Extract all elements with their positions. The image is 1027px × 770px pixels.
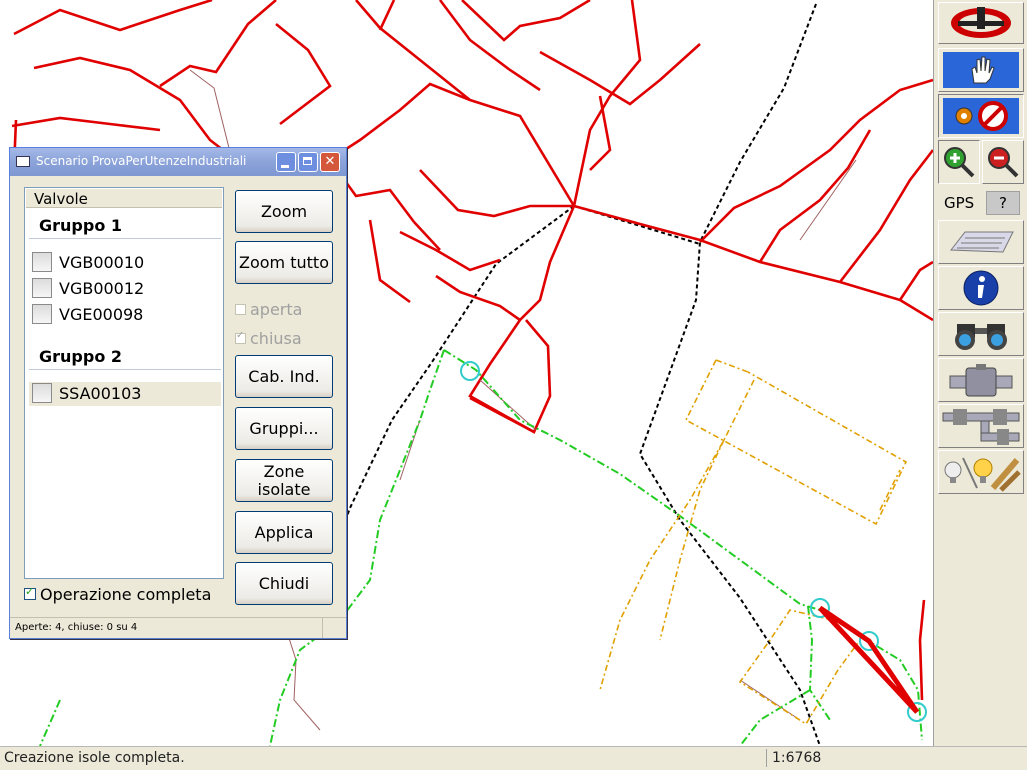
valve-checkbox[interactable] [32,278,52,298]
open-check-box [235,304,246,315]
keyboard-button[interactable] [938,220,1024,264]
zoom-out-button[interactable] [982,140,1024,184]
list-header[interactable]: Valvole [26,189,222,208]
dialog-status-bar: Aperte: 4, chiuse: 0 su 4 [10,617,346,639]
logo-icon [951,7,1011,38]
close-button[interactable]: Chiudi [235,562,333,605]
groups-button[interactable]: Gruppi... [235,407,333,450]
gps-help-button[interactable]: ? [986,191,1020,215]
closed-label: chiusa [250,329,302,348]
isolated-section [818,605,920,714]
minimize-button[interactable] [276,152,296,172]
settings-disabled-icon [943,98,1019,134]
pipe-network-icon [942,409,1020,445]
window-icon [16,156,30,167]
status-bar: Creazione isole completa. 1:6768 [0,746,1027,770]
group-label: Gruppo 2 [39,347,123,366]
map-scale: 1:6768 [772,750,822,766]
zoom-out-icon [988,147,1019,178]
valve-label: SSA00103 [59,384,142,403]
group-divider [29,369,221,370]
valve-checkbox[interactable] [32,252,52,272]
boundary-lines [329,3,821,746]
settings-button[interactable] [938,94,1024,138]
list-item[interactable]: VGB00010 [29,251,221,275]
complete-operation-checkbox[interactable]: Operazione completa [24,585,211,604]
valve-checkbox[interactable] [32,383,52,403]
binoculars-button[interactable] [938,312,1024,356]
dialog-status-text: Aperte: 4, chiuse: 0 su 4 [15,622,138,633]
closed-check-box [235,330,246,344]
closed-checkbox[interactable]: chiusa [235,329,302,348]
maximize-button[interactable] [298,152,318,172]
pipe-button[interactable] [938,358,1024,402]
binoculars-icon [955,324,1007,350]
orange-pipes [599,359,908,726]
resize-grip[interactable] [322,618,323,638]
valve-list[interactable]: Valvole Gruppo 1 VGB00010 VGB00012 VGE00… [24,187,224,579]
valve-checkbox[interactable] [32,304,52,324]
cab-ind-button[interactable]: Cab. Ind. [235,355,333,398]
close-icon[interactable]: ✕ [320,152,340,172]
list-item[interactable]: VGE00098 [29,303,221,327]
right-toolbar: GPS ? [933,0,1027,746]
open-label: aperta [250,300,303,319]
lightbulb-icon [944,457,1021,492]
zoom-button[interactable]: Zoom [235,190,333,233]
list-item[interactable]: SSA00103 [29,382,221,406]
info-icon [963,270,999,306]
complete-operation-label: Operazione completa [40,585,212,604]
zoom-all-button[interactable]: Zoom tutto [235,241,333,284]
list-item[interactable]: VGB00012 [29,277,221,301]
valve-label: VGB00010 [59,253,145,272]
dialog-titlebar[interactable]: Scenario ProvaPerUtenzeIndustriali ✕ [10,148,346,176]
gps-label: GPS [944,194,975,212]
hand-icon [943,52,1019,88]
zoom-in-button[interactable] [938,140,980,184]
group-divider [29,238,221,239]
pan-button[interactable] [938,48,1024,92]
keyboard-icon [950,231,1014,253]
valve-label: VGB00012 [59,279,145,298]
valve-label: VGE00098 [59,305,144,324]
apply-button[interactable]: Applica [235,511,333,554]
group-label: Gruppo 1 [39,216,123,235]
status-separator [766,749,767,767]
pipe-icon [949,364,1013,397]
dialog-title: Scenario ProvaPerUtenzeIndustriali [36,154,247,168]
complete-check-box [24,585,36,600]
pipe-network-button[interactable] [938,404,1024,448]
logo-button[interactable] [938,2,1024,44]
info-button[interactable] [938,266,1024,310]
lightbulb-button[interactable] [938,450,1024,494]
zoom-in-icon [944,147,975,178]
status-message: Creazione isole completa. [4,750,185,766]
isolated-zones-button[interactable]: Zone isolate [235,459,333,502]
valve-markers [460,361,927,722]
scenario-dialog: Scenario ProvaPerUtenzeIndustriali ✕ Val… [9,147,347,639]
open-checkbox[interactable]: aperta [235,300,302,319]
